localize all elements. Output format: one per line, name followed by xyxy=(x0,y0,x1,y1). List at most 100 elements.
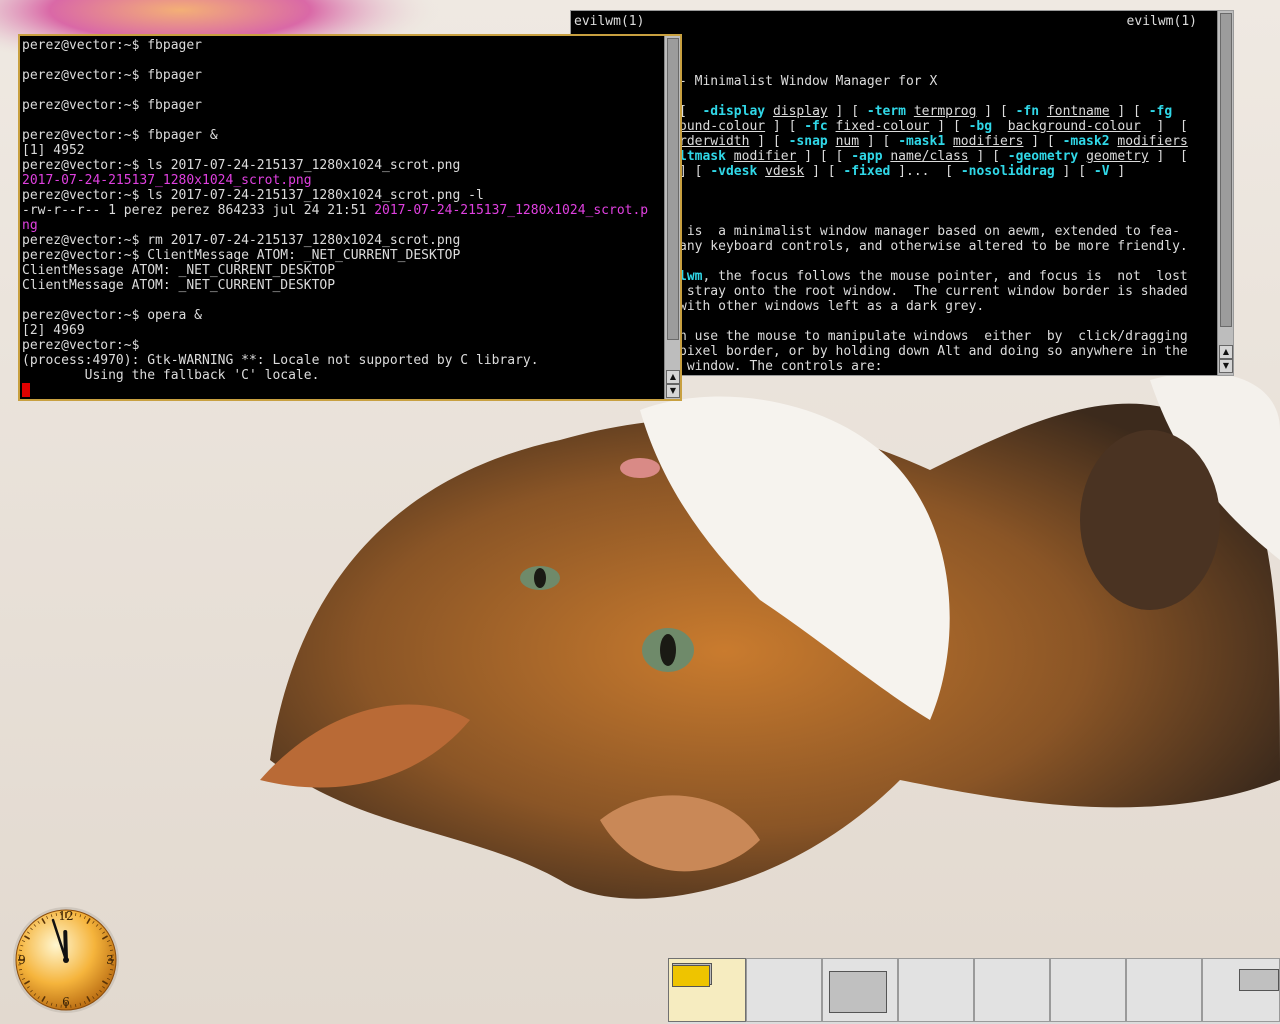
text-segment xyxy=(828,134,836,149)
text-segment: -fixed xyxy=(843,164,891,179)
text-line xyxy=(679,254,1188,269)
clock-numeral-12: 12 xyxy=(58,909,73,923)
text-segment: display xyxy=(772,104,828,119)
text-line: perez@vector:~$ xyxy=(22,338,648,353)
text-line: perez@vector:~$ ls 2017-07-24-215137_128… xyxy=(22,188,648,203)
pager-window-thumbnail[interactable] xyxy=(1239,969,1279,991)
text-segment xyxy=(992,119,1008,134)
man-scrollbar[interactable]: ▲ ▼ xyxy=(1217,11,1233,375)
text-line: - Minimalist Window Manager for X xyxy=(679,74,1188,89)
text-line: n use the mouse to manipulate windows ei… xyxy=(679,329,1188,344)
text-segment: modifier xyxy=(733,149,797,164)
text-segment: - Minimalist Window Manager for X xyxy=(679,74,938,89)
text-line xyxy=(679,209,1188,224)
text-segment: any keyboard controls, and otherwise alt… xyxy=(679,239,1188,254)
text-segment: ] [ xyxy=(1023,134,1063,149)
text-line: perez@vector:~$ fbpager xyxy=(22,98,648,113)
text-segment: name/class xyxy=(890,149,969,164)
text-line: with other windows left as a dark grey. xyxy=(679,299,1188,314)
text-segment: -vdesk xyxy=(710,164,758,179)
text-line: ClientMessage ATOM: _NET_CURRENT_DESKTOP xyxy=(22,263,648,278)
text-segment: ltmask xyxy=(679,149,726,164)
terminal-window[interactable]: perez@vector:~$ fbpager perez@vector:~$ f… xyxy=(18,34,682,401)
text-segment: -app xyxy=(851,149,883,164)
pager-desktop-3[interactable] xyxy=(822,958,898,1022)
pager-desktop-1[interactable] xyxy=(668,958,746,1022)
scroll-down-arrow-icon[interactable]: ▼ xyxy=(666,384,680,398)
text-line: lwm, the focus follows the mouse pointer… xyxy=(679,269,1188,284)
desktop-pager xyxy=(668,958,1280,1024)
text-segment: 2017-07-24-215137_1280x1024_scrot.png xyxy=(22,173,312,188)
text-line xyxy=(679,179,1188,194)
text-line: ng xyxy=(22,218,648,233)
text-segment: perez@vector:~$ fbpager xyxy=(22,68,203,83)
text-line: ] [ -vdesk vdesk ] [ -fixed ]... [ -noso… xyxy=(679,164,1188,179)
text-line: -rw-r--r-- 1 perez perez 864233 jul 24 2… xyxy=(22,203,648,218)
text-segment: num xyxy=(835,134,860,149)
text-segment: [2] 4969 xyxy=(22,323,85,338)
text-segment: ] [ xyxy=(968,149,1008,164)
text-line: perez@vector:~$ fbpager xyxy=(22,38,648,53)
text-segment: pixel border, or by holding down Alt and… xyxy=(679,344,1188,359)
text-segment: perez@vector:~$ fbpager & xyxy=(22,128,218,143)
pager-desktop-5[interactable] xyxy=(974,958,1050,1022)
clock-numeral-6: 6 xyxy=(62,995,70,1009)
text-line: rderwidth ] [ -snap num ] [ -mask1 modif… xyxy=(679,134,1188,149)
pager-window-thumbnail[interactable] xyxy=(829,971,887,1013)
pager-desktop-6[interactable] xyxy=(1050,958,1126,1022)
text-segment: window. The controls are: xyxy=(679,359,883,374)
scroll-up-arrow-icon[interactable]: ▲ xyxy=(666,370,680,384)
scroll-up-arrow-icon[interactable]: ▲ xyxy=(1219,345,1233,359)
text-segment: perez@vector:~$ fbpager xyxy=(22,38,203,53)
text-segment xyxy=(906,104,914,119)
text-segment: ] [ xyxy=(749,134,789,149)
text-segment xyxy=(726,149,734,164)
text-line: perez@vector:~$ fbpager & xyxy=(22,128,648,143)
scroll-down-arrow-icon[interactable]: ▼ xyxy=(1219,359,1233,373)
text-line: perez@vector:~$ opera & xyxy=(22,308,648,323)
pager-desktop-2[interactable] xyxy=(746,958,822,1022)
text-segment: ClientMessage ATOM: _NET_CURRENT_DESKTOP xyxy=(22,278,336,293)
text-segment: ng xyxy=(22,218,38,233)
man-title-right: evilwm(1) xyxy=(1126,14,1197,29)
text-segment: ] [ xyxy=(1140,119,1188,134)
text-segment: modifiers xyxy=(1117,134,1188,149)
text-line: is a minimalist window manager based on … xyxy=(679,224,1188,239)
text-segment: -bg xyxy=(968,119,993,134)
text-segment: vdesk xyxy=(765,164,805,179)
pager-window-thumbnail[interactable] xyxy=(672,965,710,987)
text-segment: ] xyxy=(1109,164,1126,179)
text-segment xyxy=(1078,149,1086,164)
man-scrollbar-thumb[interactable] xyxy=(1220,13,1232,327)
text-line xyxy=(22,113,648,128)
text-segment: -rw-r--r-- 1 perez perez 864233 jul 24 2… xyxy=(22,203,375,218)
text-line: ltmask modifier ] [ [ -app name/class ] … xyxy=(679,149,1188,164)
pager-desktop-4[interactable] xyxy=(898,958,974,1022)
text-segment: -V xyxy=(1093,164,1110,179)
pager-desktop-8[interactable] xyxy=(1202,958,1280,1022)
text-segment: -mask2 xyxy=(1062,134,1110,149)
text-segment: Using the fallback 'C' locale. xyxy=(22,368,320,383)
text-segment: -fg xyxy=(1148,104,1173,119)
text-line: (process:4970): Gtk-WARNING **: Locale n… xyxy=(22,353,648,368)
terminal-scrollbar[interactable]: ▲ ▼ xyxy=(664,36,680,399)
text-segment: perez@vector:~$ ClientMessage ATOM: _NET… xyxy=(22,248,461,263)
text-segment: -display xyxy=(702,104,766,119)
text-segment: perez@vector:~$ rm 2017-07-24-215137_128… xyxy=(22,233,461,248)
text-segment: stray onto the root window. The current … xyxy=(679,284,1188,299)
text-segment: -term xyxy=(866,104,907,119)
terminal-cursor xyxy=(22,383,30,397)
text-segment: modifiers xyxy=(952,134,1024,149)
text-line: window. The controls are: xyxy=(679,359,1188,374)
text-segment: n use the mouse to manipulate windows ei… xyxy=(679,329,1188,344)
text-segment: geometry xyxy=(1086,149,1149,164)
text-segment: perez@vector:~$ ls 2017-07-24-215137_128… xyxy=(22,188,484,203)
text-segment xyxy=(828,119,836,134)
pager-desktop-7[interactable] xyxy=(1126,958,1202,1022)
text-segment: (process:4970): Gtk-WARNING **: Locale n… xyxy=(22,353,539,368)
text-segment: ] [ xyxy=(1109,104,1149,119)
text-segment xyxy=(757,164,765,179)
text-line: Using the fallback 'C' locale. xyxy=(22,368,648,383)
text-segment: with other windows left as a dark grey. xyxy=(679,299,985,314)
terminal-scrollbar-thumb[interactable] xyxy=(667,38,679,340)
